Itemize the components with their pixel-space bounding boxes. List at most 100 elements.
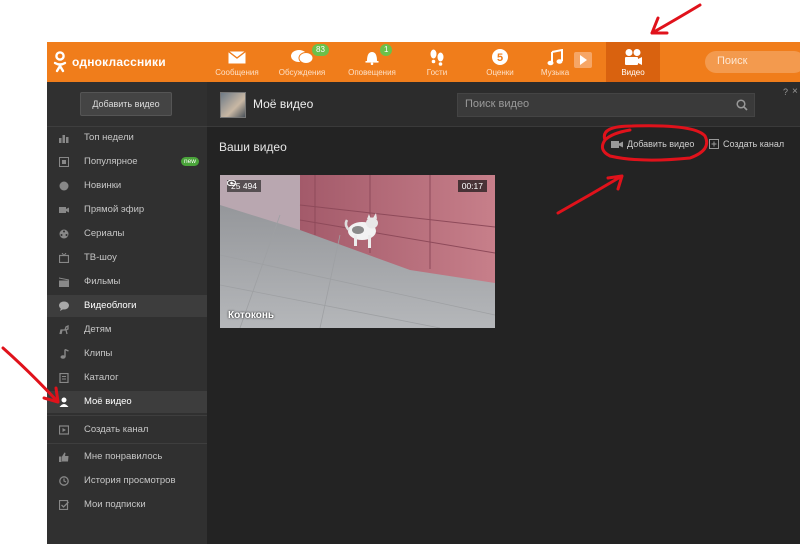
- sidebar-item-series[interactable]: Сериалы: [47, 223, 207, 245]
- user-icon: [59, 397, 69, 407]
- sidebar-item-live[interactable]: Прямой эфир: [47, 199, 207, 221]
- video-thumbnail: [220, 175, 495, 328]
- divider: [47, 443, 207, 444]
- rating-icon: 5: [489, 48, 511, 66]
- sidebar-item-label: Мои подписки: [84, 499, 146, 510]
- nav-label: Сообщения: [215, 68, 259, 77]
- reel-icon: [59, 229, 69, 239]
- avatar[interactable]: [220, 92, 246, 118]
- sidebar-item-tv-show[interactable]: ТВ-шоу: [47, 247, 207, 269]
- sidebar-item-label: Мне понравилось: [84, 451, 163, 462]
- sidebar-item-videoblogs[interactable]: Видеоблоги: [47, 295, 207, 317]
- nav-guests[interactable]: Гости: [407, 42, 467, 82]
- nav-label: Видео: [621, 68, 645, 77]
- help-button[interactable]: ?: [783, 87, 788, 97]
- section-title: Ваши видео: [219, 140, 287, 154]
- subscriptions-icon: [59, 500, 69, 510]
- sidebar-create-channel[interactable]: Создать канал: [47, 419, 207, 441]
- clapperboard-icon: [59, 277, 69, 287]
- nav-label: Обсуждения: [278, 68, 326, 77]
- create-channel-link[interactable]: Создать канал: [709, 139, 784, 149]
- catalog-icon: [59, 373, 69, 383]
- search-icon[interactable]: [736, 99, 748, 111]
- add-video-label: Добавить видео: [627, 139, 695, 149]
- sidebar-item-kids[interactable]: Детям: [47, 319, 207, 341]
- sidebar-item-label: Прямой эфир: [84, 204, 145, 215]
- video-search-placeholder: Поиск видео: [465, 98, 530, 110]
- sidebar-item-label: История просмотров: [84, 475, 176, 486]
- new-badge: new: [181, 157, 199, 166]
- sidebar-item-label: Популярное: [84, 156, 138, 167]
- sidebar-item-liked[interactable]: Мне понравилось: [47, 446, 207, 468]
- nav-messages[interactable]: Сообщения: [207, 42, 267, 82]
- sidebar: Добавить видео Топ недели Популярное new…: [47, 82, 207, 544]
- sidebar-item-label: Моё видео: [84, 396, 132, 407]
- main-header: Моё видео Поиск видео ? ×: [207, 82, 800, 127]
- bar-chart-icon: [59, 135, 69, 143]
- page-title: Моё видео: [253, 97, 314, 111]
- top-bar: одноклассники Сообщения 83 Обсуждения 1 …: [47, 42, 800, 82]
- play-icon[interactable]: [574, 52, 592, 68]
- app-window: одноклассники Сообщения 83 Обсуждения 1 …: [47, 42, 800, 544]
- sidebar-item-top-week[interactable]: Топ недели: [47, 127, 207, 149]
- tv-icon: [59, 253, 69, 263]
- envelope-icon: [226, 48, 248, 66]
- duration-badge: 00:17: [457, 180, 487, 192]
- history-icon: [59, 476, 69, 486]
- sidebar-item-popular[interactable]: Популярное new: [47, 151, 207, 173]
- video-title[interactable]: Котоконь: [228, 310, 274, 321]
- sidebar-item-label: Топ недели: [84, 132, 134, 143]
- camera-icon: [611, 140, 623, 148]
- music-note-icon: [544, 48, 566, 66]
- sidebar-item-clips[interactable]: Клипы: [47, 343, 207, 365]
- divider: [47, 415, 207, 416]
- sidebar-item-new[interactable]: Новинки: [47, 175, 207, 197]
- sidebar-item-my-video[interactable]: Моё видео: [47, 391, 207, 413]
- sidebar-item-films[interactable]: Фильмы: [47, 271, 207, 293]
- nav-discussions[interactable]: 83 Обсуждения: [272, 42, 332, 82]
- video-camera-icon: [622, 48, 644, 66]
- close-button[interactable]: ×: [792, 86, 798, 97]
- sidebar-item-label: Фильмы: [84, 276, 121, 287]
- svg-text:5: 5: [497, 52, 503, 64]
- nav-label: Музыка: [540, 68, 570, 77]
- thumbs-up-icon: [59, 452, 69, 462]
- top-search-input[interactable]: Поиск: [705, 51, 800, 73]
- nav-label: Гости: [426, 68, 448, 77]
- sidebar-item-label: Видеоблоги: [84, 300, 137, 311]
- horse-icon: [59, 325, 69, 335]
- sidebar-item-label: Детям: [84, 324, 112, 335]
- views-badge: 25 494: [227, 180, 261, 192]
- create-channel-icon: [59, 425, 69, 435]
- video-card[interactable]: 25 494 00:17 Котоконь: [220, 175, 495, 328]
- nav-ratings[interactable]: 5 Оценки: [470, 42, 530, 82]
- nav-video[interactable]: Видео: [606, 42, 660, 82]
- notifications-badge: 1: [380, 44, 393, 56]
- sidebar-item-label: ТВ-шоу: [84, 252, 117, 263]
- eye-icon: [227, 180, 236, 186]
- music-note-icon: [60, 349, 69, 359]
- main-content: Моё видео Поиск видео ? × Ваши видео Доб…: [207, 82, 800, 544]
- nav-notifications[interactable]: 1 Оповещения: [342, 42, 402, 82]
- sidebar-item-history[interactable]: История просмотров: [47, 470, 207, 492]
- video-search-input[interactable]: Поиск видео: [457, 93, 755, 117]
- sidebar-item-label: Новинки: [84, 180, 122, 191]
- add-video-link[interactable]: Добавить видео: [611, 139, 694, 149]
- sidebar-item-subscriptions[interactable]: Мои подписки: [47, 494, 207, 516]
- sidebar-add-video-button[interactable]: Добавить видео: [80, 92, 172, 116]
- arrow-to-video-nav: [650, 3, 702, 35]
- top-search-placeholder: Поиск: [717, 55, 748, 67]
- create-channel-icon: [709, 139, 719, 149]
- site-logo[interactable]: одноклассники: [53, 51, 166, 73]
- create-channel-label: Создать канал: [723, 139, 785, 149]
- speech-bubble-icon: [59, 301, 69, 311]
- chat-bubbles-icon: [291, 48, 313, 66]
- nav-label: Оповещения: [348, 68, 396, 77]
- discussions-badge: 83: [312, 44, 329, 56]
- brand-name: одноклассники: [72, 55, 166, 69]
- ok-logo-icon: [53, 51, 67, 73]
- sidebar-item-catalog[interactable]: Каталог: [47, 367, 207, 389]
- nav-label: Оценки: [486, 68, 514, 77]
- sidebar-item-label: Каталог: [84, 372, 119, 383]
- sidebar-item-label: Клипы: [84, 348, 113, 359]
